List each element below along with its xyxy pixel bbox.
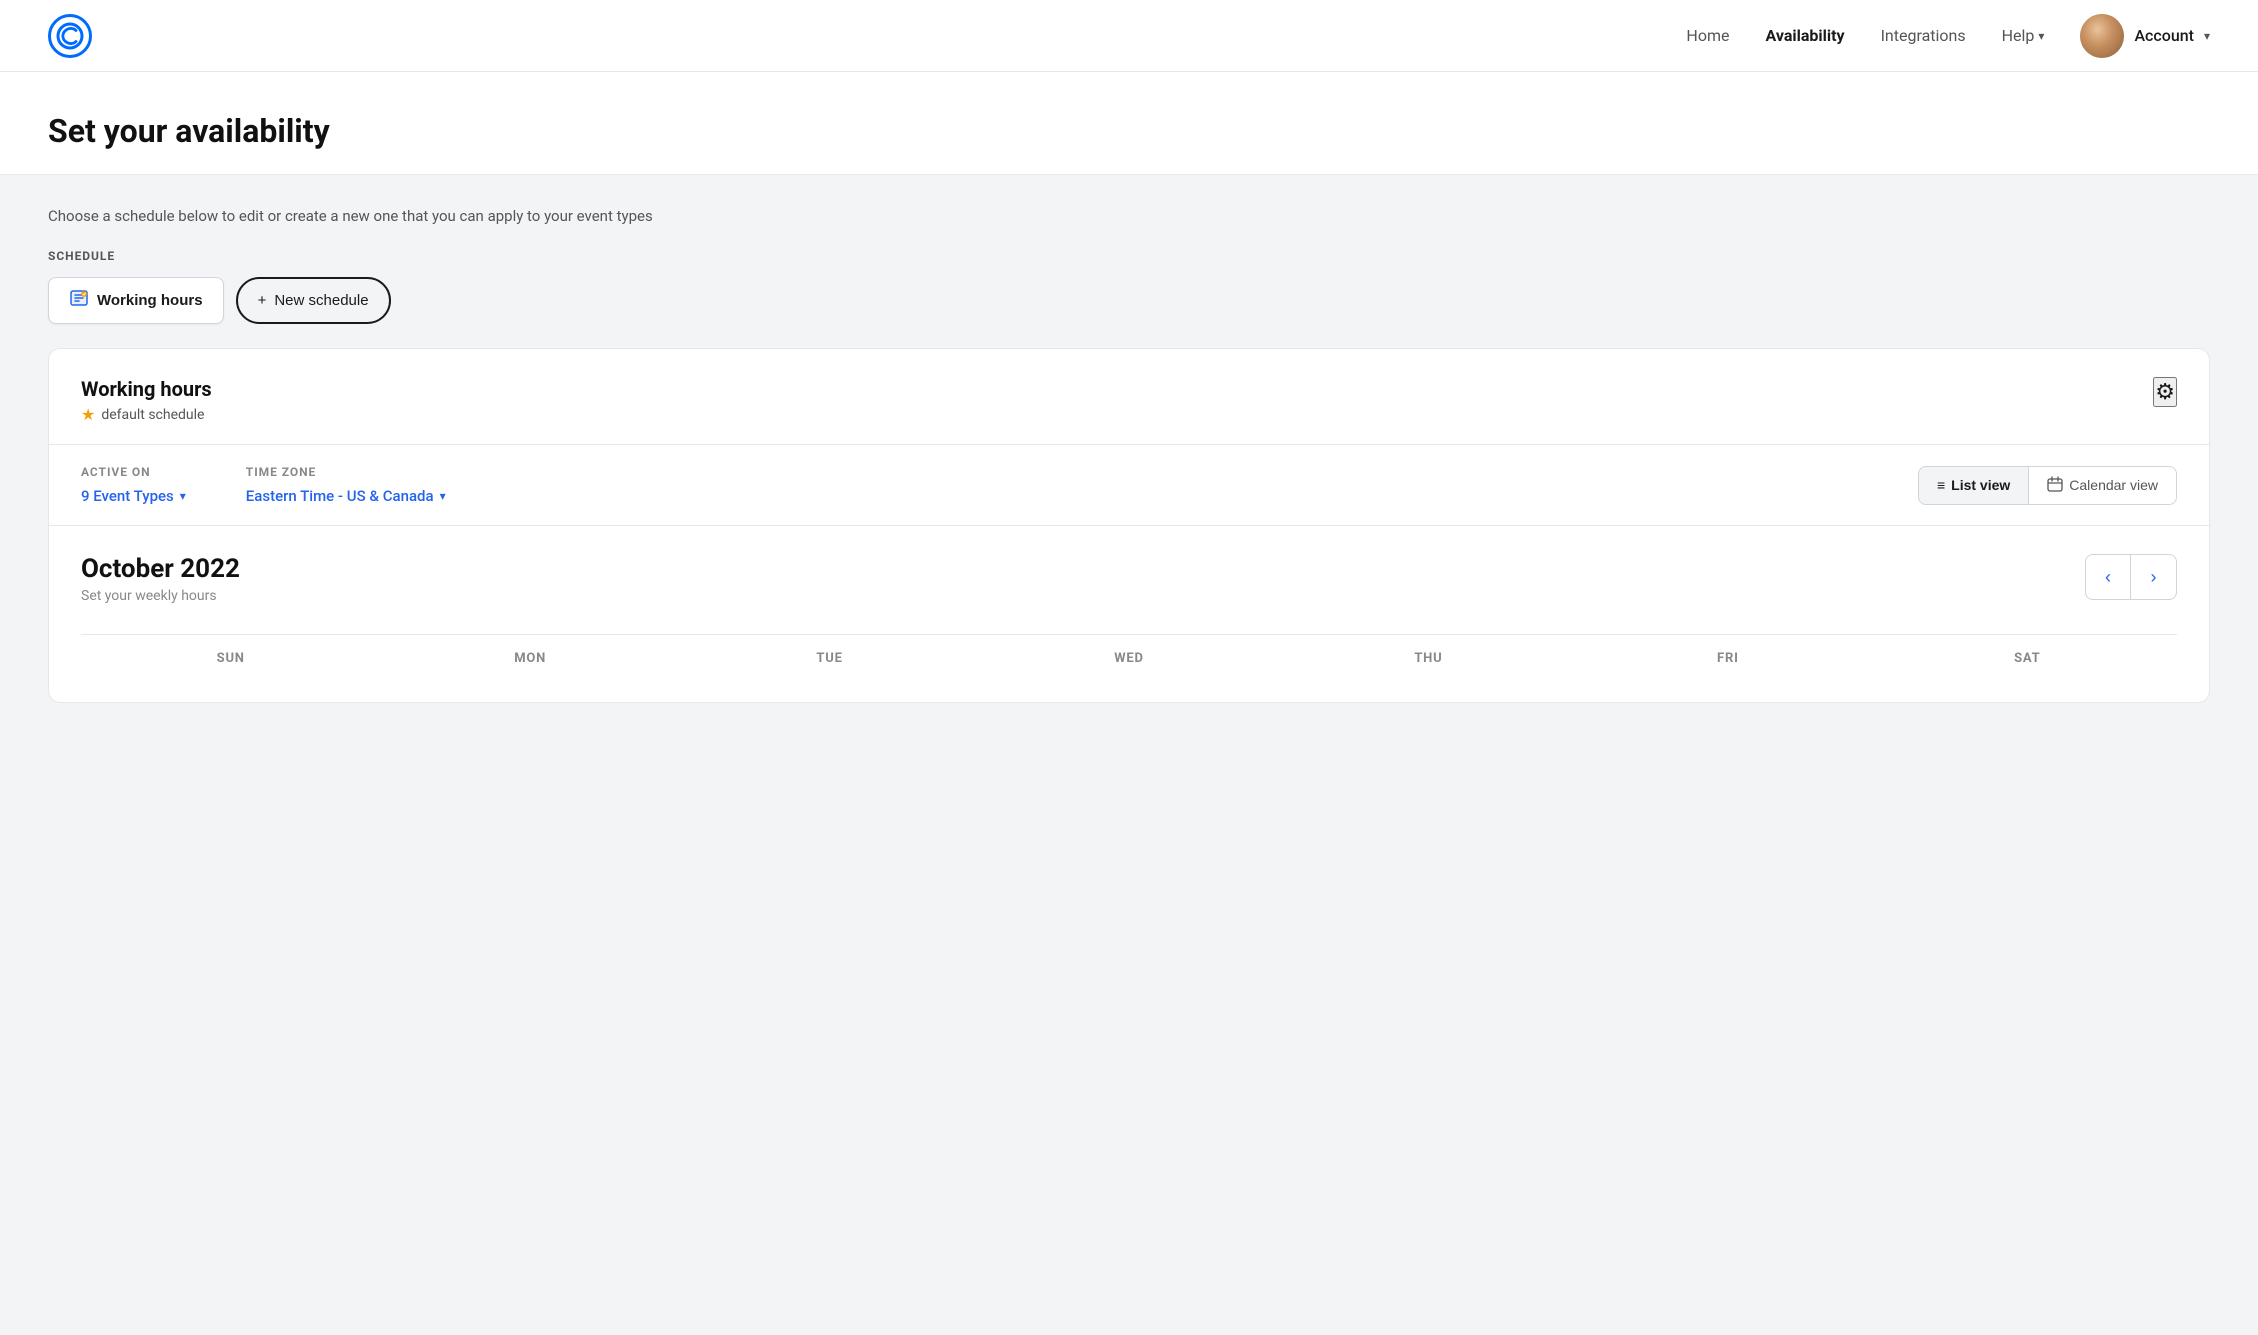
help-chevron-icon: ▾ xyxy=(2038,29,2044,43)
day-sun: SUN xyxy=(81,651,380,674)
calendar-view-icon xyxy=(2047,476,2063,495)
timezone-label: TIME ZONE xyxy=(246,465,446,479)
avatar xyxy=(2080,14,2124,58)
nav-links: Home Availability Integrations Help ▾ Ac… xyxy=(1686,14,2210,58)
day-mon: MON xyxy=(380,651,679,674)
schedule-section-label: SCHEDULE xyxy=(48,249,2210,263)
calendar-subtitle: Set your weekly hours xyxy=(81,588,240,604)
timezone-value[interactable]: Eastern Time - US & Canada ▾ xyxy=(246,487,446,505)
working-hours-pill[interactable]: Working hours xyxy=(48,277,224,324)
schedule-card-header: Working hours ★ default schedule ⚙ xyxy=(49,349,2209,445)
account-chevron-icon: ▾ xyxy=(2204,29,2210,43)
active-on-col: ACTIVE ON 9 Event Types ▾ xyxy=(81,465,186,505)
star-icon: ★ xyxy=(81,405,95,424)
working-hours-icon xyxy=(69,288,89,313)
timezone-col: TIME ZONE Eastern Time - US & Canada ▾ xyxy=(246,465,446,505)
avatar-image xyxy=(2080,14,2124,58)
account-label: Account xyxy=(2134,26,2194,45)
active-on-value[interactable]: 9 Event Types ▾ xyxy=(81,487,186,505)
new-schedule-label: New schedule xyxy=(274,292,368,309)
view-buttons: ≡ List view Calendar view xyxy=(1918,466,2177,505)
account-menu[interactable]: Account ▾ xyxy=(2080,14,2210,58)
schedule-card-sub: ★ default schedule xyxy=(81,405,212,424)
nav-home[interactable]: Home xyxy=(1686,26,1729,45)
day-fri: FRI xyxy=(1578,651,1877,674)
active-on-label: ACTIVE ON xyxy=(81,465,186,479)
calendar-next-button[interactable]: › xyxy=(2131,554,2177,600)
new-schedule-plus: + xyxy=(258,292,267,309)
nav-integrations[interactable]: Integrations xyxy=(1881,26,1966,45)
calendar-header: October 2022 Set your weekly hours ‹ › xyxy=(81,554,2177,628)
page-subtitle: Choose a schedule below to edit or creat… xyxy=(48,207,2210,225)
page-header: Set your availability xyxy=(0,72,2258,175)
timezone-chevron-icon: ▾ xyxy=(440,489,446,503)
nav-help[interactable]: Help ▾ xyxy=(2002,26,2045,45)
new-schedule-pill[interactable]: + New schedule xyxy=(236,277,391,324)
calendar-prev-button[interactable]: ‹ xyxy=(2085,554,2131,600)
logo[interactable] xyxy=(48,14,92,58)
calendar-month: October 2022 xyxy=(81,554,240,584)
day-tue: TUE xyxy=(680,651,979,674)
calendar-view-button[interactable]: Calendar view xyxy=(2029,466,2177,505)
day-wed: WED xyxy=(979,651,1278,674)
main-content: Choose a schedule below to edit or creat… xyxy=(0,175,2258,1335)
day-sat: SAT xyxy=(1878,651,2177,674)
page-title: Set your availability xyxy=(48,112,2210,150)
calendar-section: October 2022 Set your weekly hours ‹ › S… xyxy=(49,526,2209,702)
list-view-button[interactable]: ≡ List view xyxy=(1918,466,2029,505)
day-thu: THU xyxy=(1279,651,1578,674)
schedule-pills: Working hours + New schedule xyxy=(48,277,2210,324)
working-hours-label: Working hours xyxy=(97,292,203,309)
day-headers: SUN MON TUE WED THU FRI SAT xyxy=(81,634,2177,674)
schedule-card-title-area: Working hours ★ default schedule xyxy=(81,377,212,424)
settings-gear-icon[interactable]: ⚙ xyxy=(2153,377,2177,407)
calendar-title-area: October 2022 Set your weekly hours xyxy=(81,554,240,628)
schedule-card: Working hours ★ default schedule ⚙ ACTIV… xyxy=(48,348,2210,703)
calendar-nav: ‹ › xyxy=(2085,554,2177,600)
active-on-chevron-icon: ▾ xyxy=(180,489,186,503)
navbar: Home Availability Integrations Help ▾ Ac… xyxy=(0,0,2258,72)
default-schedule-label: default schedule xyxy=(101,407,204,423)
schedule-card-meta: ACTIVE ON 9 Event Types ▾ TIME ZONE East… xyxy=(49,445,2209,526)
schedule-card-title: Working hours xyxy=(81,377,212,401)
list-view-icon: ≡ xyxy=(1937,477,1945,493)
nav-availability[interactable]: Availability xyxy=(1765,26,1844,45)
logo-icon xyxy=(48,14,92,58)
